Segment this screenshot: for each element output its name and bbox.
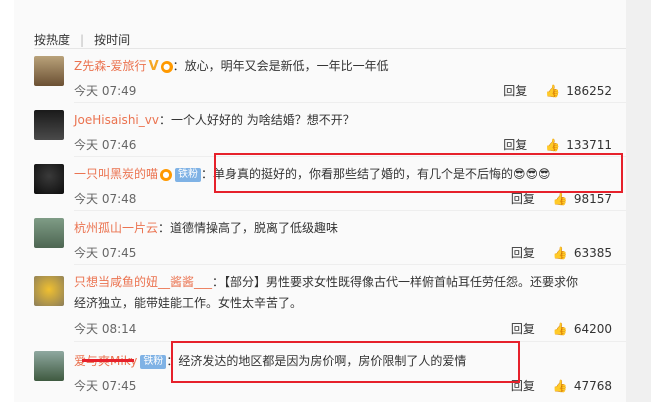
username-link[interactable]: 只想当咸鱼的妞__酱酱___ [74, 275, 212, 289]
reply-button[interactable]: 回复 [511, 192, 535, 206]
avatar[interactable] [34, 56, 64, 86]
fan-badge: 铁粉 [175, 167, 202, 182]
reply-button[interactable]: 回复 [511, 246, 535, 260]
highlight-box [171, 341, 520, 383]
divider [34, 48, 626, 49]
avatar[interactable] [34, 218, 64, 248]
sort-by-time[interactable]: 按时间 [94, 31, 130, 48]
like-icon[interactable]: 👍 [553, 379, 568, 393]
avatar[interactable] [34, 110, 64, 140]
comment-time: 今天 07:49 [74, 84, 137, 98]
divider [74, 264, 626, 265]
username-link[interactable]: JoeHisaishi_vv [74, 113, 159, 127]
username-link[interactable]: 杭州孤山一片云 [74, 221, 158, 235]
comment-text: ：放心，明年又会是新低，一年比一年低 [172, 59, 389, 73]
fan-badge: 铁粉 [140, 354, 167, 369]
like-count: 186252 [566, 84, 612, 98]
divider [74, 102, 626, 103]
like-count: 47768 [573, 379, 612, 393]
comment-text: ：一个人好好的 为啥结婚？想不开？ [158, 113, 355, 127]
sort-bar: 按热度 | 按时间 [34, 31, 131, 48]
like-icon[interactable]: 👍 [553, 322, 568, 336]
reply-button[interactable]: 回复 [511, 322, 535, 336]
comment-text-continued: 经济独立，能带娃能工作。女性太辛苦了。 [74, 296, 303, 310]
like-icon[interactable]: 👍 [553, 192, 568, 206]
like-icon[interactable]: 👍 [545, 138, 560, 152]
avatar[interactable] [34, 164, 64, 194]
scrollbar[interactable] [626, 0, 651, 402]
comment-text: ：道德情操高了，脱离了低级趣味 [158, 221, 339, 235]
verified-icon: V [148, 59, 159, 74]
comment-time: 今天 07:46 [74, 138, 137, 152]
fan-level-icon: ● [160, 60, 173, 73]
strike-mark [82, 359, 134, 362]
avatar[interactable] [34, 276, 64, 306]
comment-time: 今天 07:48 [74, 192, 137, 206]
like-count: 133711 [566, 138, 612, 152]
comment-time: 今天 07:45 [74, 246, 137, 260]
like-count: 63385 [573, 246, 612, 260]
highlight-box [214, 153, 623, 193]
divider [74, 210, 626, 211]
comment-panel: 按热度 | 按时间 Z先森-爱旅行 V ● ：放心，明年又会是新低，一年比一年低 今天 0… [14, 0, 626, 402]
comment-text: ：【部分】男性要求女性既得像古代一样俯首帖耳任劳任怨。还要求你 [212, 275, 579, 289]
reply-button[interactable]: 回复 [503, 138, 527, 152]
username-link[interactable]: Z先森-爱旅行 [74, 59, 147, 73]
comment-time: 今天 08:14 [74, 322, 137, 336]
like-count: 64200 [573, 322, 612, 336]
like-icon[interactable]: 👍 [545, 84, 560, 98]
sort-by-hot[interactable]: 按热度 [34, 31, 70, 48]
reply-button[interactable]: 回复 [503, 84, 527, 98]
fan-level-icon: ● [160, 168, 173, 181]
like-icon[interactable]: 👍 [553, 246, 568, 260]
username-link[interactable]: 一只叫黑炭的喵 [74, 167, 158, 181]
avatar[interactable] [34, 351, 64, 381]
like-count: 98157 [573, 192, 612, 206]
comment-time: 今天 07:45 [74, 379, 137, 393]
